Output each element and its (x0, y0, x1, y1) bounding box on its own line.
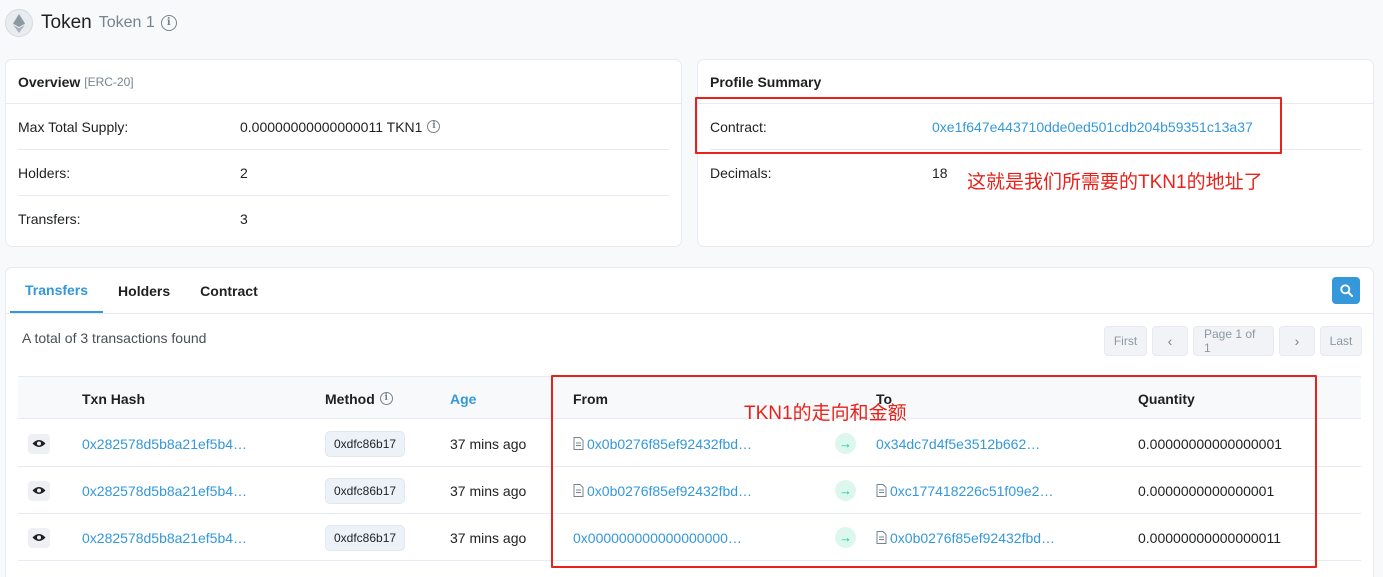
tab-bar: Transfers Holders Contract (6, 268, 1373, 314)
page-title: Token (41, 12, 92, 33)
transactions-summary: A total of 3 transactions found (22, 330, 207, 346)
page-header: Token Token 1 i (5, 8, 177, 38)
method-badge: 0xdfc86b17 (325, 477, 406, 504)
transfers-label: Transfers: (18, 211, 81, 227)
last-page-button[interactable]: Last (1320, 326, 1362, 356)
overview-title: Overview (18, 73, 81, 90)
txn-hash-link[interactable]: 0x282578d5b8a21ef5b4… (82, 467, 247, 514)
page-indicator: Page 1 of 1 (1193, 326, 1274, 356)
age-text: 37 mins ago (450, 435, 527, 452)
col-method: Method i (325, 377, 393, 420)
prev-page-button[interactable]: ‹ (1152, 326, 1188, 356)
holders-value: 2 (240, 164, 248, 181)
profile-summary-title: Profile Summary (710, 73, 822, 90)
overview-card: Overview [ERC-20] Max Total Supply: 0.00… (5, 59, 682, 247)
first-page-button[interactable]: First (1104, 326, 1147, 356)
info-icon[interactable]: i (427, 120, 441, 133)
holders-label: Holders: (18, 164, 71, 181)
age-text: 37 mins ago (450, 529, 527, 546)
search-icon (1339, 284, 1353, 297)
eye-icon[interactable] (28, 480, 50, 501)
eye-icon[interactable] (28, 433, 50, 454)
eye-icon[interactable] (28, 527, 50, 548)
txn-hash-link[interactable]: 0x282578d5b8a21ef5b4… (82, 514, 247, 561)
transfers-value: 3 (240, 211, 248, 227)
txn-hash-link[interactable]: 0x282578d5b8a21ef5b4… (82, 420, 247, 467)
token-standard: [ERC-20] (84, 74, 134, 89)
info-icon[interactable]: i (160, 15, 177, 31)
transfers-row: Transfers: 3 (18, 196, 669, 242)
col-age[interactable]: Age (450, 377, 476, 420)
max-supply-label: Max Total Supply: (18, 118, 129, 135)
method-badge: 0xdfc86b17 (325, 430, 406, 457)
pagination: First ‹ Page 1 of 1 › Last (1104, 326, 1362, 356)
contract-annotation: 这就是我们所需要的TKN1的地址了 (967, 172, 1263, 193)
tab-contract[interactable]: Contract (185, 268, 273, 313)
col-method-label: Method (325, 390, 375, 407)
next-page-button[interactable]: › (1279, 326, 1315, 356)
method-badge: 0xdfc86b17 (325, 524, 406, 551)
tab-holders[interactable]: Holders (103, 268, 185, 313)
transfer-annotation: TKN1的走向和金额 (744, 403, 907, 424)
max-supply-value: 0.00000000000000011 TKN1 (240, 118, 423, 135)
info-icon[interactable]: i (379, 392, 393, 405)
token-name: Token 1 (98, 14, 155, 31)
max-supply-row: Max Total Supply: 0.00000000000000011 TK… (18, 104, 669, 150)
transfer-highlight-box (551, 375, 1317, 568)
decimals-value: 18 (932, 165, 948, 181)
age-text: 37 mins ago (450, 482, 527, 499)
holders-row: Holders: 2 (18, 150, 669, 196)
tab-transfers[interactable]: Transfers (10, 268, 104, 313)
col-txn-hash: Txn Hash (82, 390, 146, 407)
ethereum-logo-icon (5, 9, 33, 37)
decimals-label: Decimals: (710, 165, 772, 181)
overview-header: Overview [ERC-20] (6, 60, 681, 104)
search-button[interactable] (1332, 277, 1360, 304)
contract-highlight-box (695, 97, 1282, 154)
